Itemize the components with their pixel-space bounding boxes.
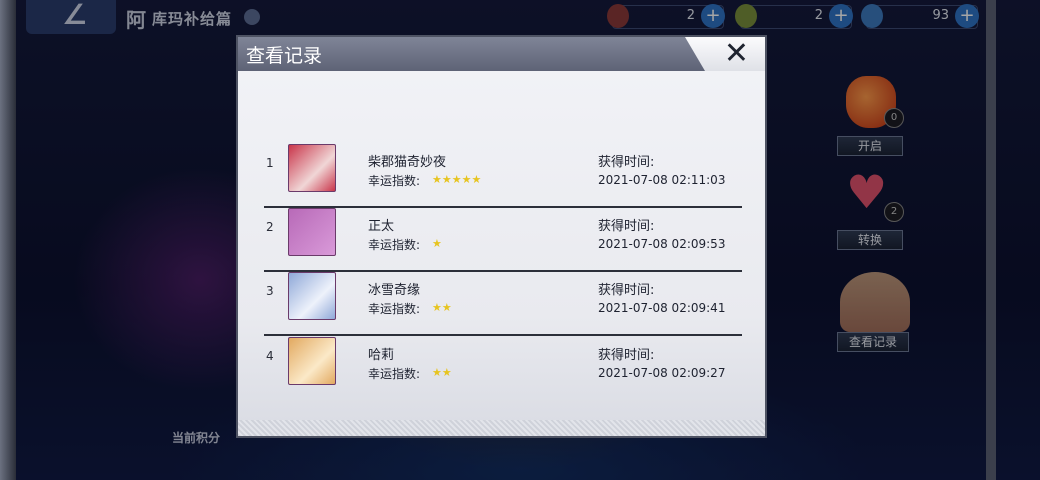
record-rank: 1 (266, 156, 274, 170)
time-label: 获得时间: (598, 219, 655, 234)
record-time: 2021-07-08 02:09:41 (598, 301, 726, 315)
time-label: 获得时间: (598, 348, 655, 363)
record-time: 2021-07-08 02:11:03 (598, 173, 726, 187)
modal-header: 查看记录 (238, 37, 765, 71)
record-name: 柴郡猫奇妙夜 (368, 155, 447, 170)
record-time: 2021-07-08 02:09:27 (598, 366, 726, 380)
record-rank: 2 (266, 220, 274, 234)
record-name: 正太 (368, 219, 395, 234)
record-rank: 3 (266, 284, 274, 298)
frame-left (0, 0, 16, 480)
modal-title: 查看记录 (246, 45, 323, 67)
frame-right-strip (986, 0, 996, 480)
luck-label: 幸运指数: (368, 174, 421, 188)
row-divider (264, 334, 742, 336)
record-row-2: 2 正太 幸运指数: ★ 获得时间: 2021-07-08 02:09:53 (264, 208, 742, 272)
record-row-1: 1 柴郡猫奇妙夜 幸运指数: ★★★★★ 获得时间: 2021-07-08 02… (264, 144, 742, 208)
luck-label: 幸运指数: (368, 238, 421, 252)
record-name: 哈莉 (368, 348, 395, 363)
modal-footer (238, 420, 765, 436)
record-row-4: 4 哈莉 幸运指数: ★★ 获得时间: 2021-07-08 02:09:27 (264, 337, 742, 401)
record-avatar (288, 144, 336, 192)
record-name: 冰雪奇缘 (368, 283, 421, 298)
record-row-3: 3 冰雪奇缘 幸运指数: ★★ 获得时间: 2021-07-08 02:09:4… (264, 272, 742, 336)
luck-stars: ★★ (432, 301, 452, 314)
time-label: 获得时间: (598, 283, 655, 298)
luck-label: 幸运指数: (368, 367, 421, 381)
luck-stars: ★★ (432, 366, 452, 379)
luck-label: 幸运指数: (368, 302, 421, 316)
luck-stars: ★ (432, 237, 442, 250)
time-label: 获得时间: (598, 155, 655, 170)
record-avatar (288, 208, 336, 256)
record-avatar (288, 337, 336, 385)
record-time: 2021-07-08 02:09:53 (598, 237, 726, 251)
close-icon: ✕ (723, 36, 749, 71)
record-rank: 4 (266, 349, 274, 363)
luck-stars: ★★★★★ (432, 173, 482, 186)
record-avatar (288, 272, 336, 320)
